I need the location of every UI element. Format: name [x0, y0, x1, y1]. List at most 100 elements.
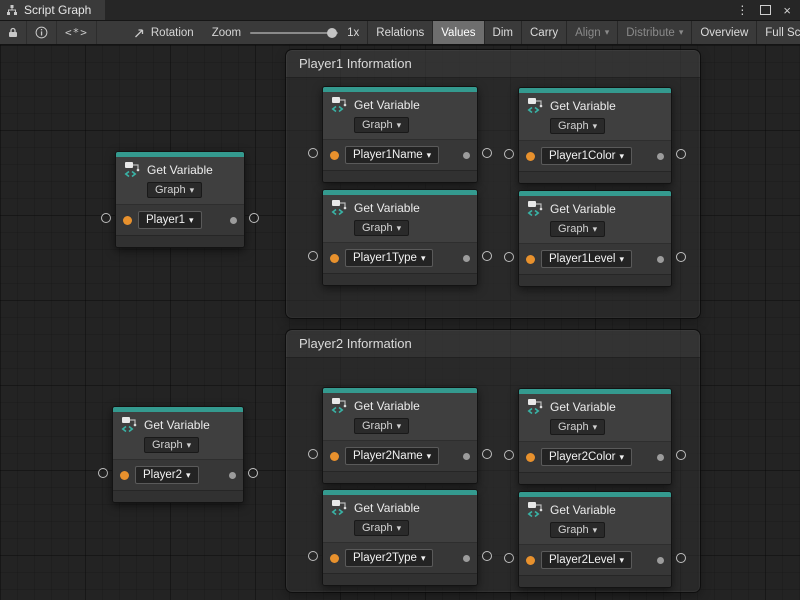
input-port[interactable] [98, 468, 108, 478]
info-button[interactable] [27, 21, 57, 44]
input-port[interactable] [504, 450, 514, 460]
node-get-variable[interactable]: Get Variable Graph Player2Name [322, 387, 478, 484]
input-port[interactable] [308, 551, 318, 561]
value-output-dot[interactable] [463, 555, 470, 562]
node-body[interactable]: Get Variable Graph Player1Level [518, 190, 672, 287]
carry-button[interactable]: Carry [521, 21, 566, 44]
graph-scope-dropdown[interactable]: Graph [550, 118, 605, 134]
input-port[interactable] [308, 148, 318, 158]
graph-scope-dropdown[interactable]: Graph [550, 221, 605, 237]
full-screen-button[interactable]: Full Screen [756, 21, 800, 44]
output-port[interactable] [676, 450, 686, 460]
output-port[interactable] [482, 551, 492, 561]
node-body[interactable]: Get Variable Graph Player1Type [322, 189, 478, 286]
values-button[interactable]: Values [432, 21, 483, 44]
tab-script-graph[interactable]: Script Graph [0, 0, 105, 20]
value-output-dot[interactable] [229, 472, 236, 479]
zoom-slider[interactable] [250, 32, 338, 34]
graph-scope-dropdown[interactable]: Graph [144, 437, 199, 453]
relations-button[interactable]: Relations [367, 21, 432, 44]
node-get-variable[interactable]: Get Variable Graph Player1Level [518, 190, 672, 287]
value-output-dot[interactable] [657, 256, 664, 263]
value-output-dot[interactable] [657, 454, 664, 461]
value-input-port[interactable] [526, 152, 535, 161]
align-dropdown-button[interactable]: Align [566, 21, 617, 44]
graph-scope-dropdown[interactable]: Graph [550, 419, 605, 435]
input-port[interactable] [504, 553, 514, 563]
group-title[interactable]: Player2 Information [286, 330, 700, 358]
output-port[interactable] [676, 149, 686, 159]
node-get-variable[interactable]: Get Variable Graph Player1 [115, 151, 245, 248]
value-input-port[interactable] [123, 216, 132, 225]
rotation-control[interactable]: Rotation [97, 21, 204, 44]
code-view-button[interactable]: <*> [57, 21, 97, 44]
value-output-dot[interactable] [463, 152, 470, 159]
node-body[interactable]: Get Variable Graph Player1Name [322, 86, 478, 183]
node-body[interactable]: Get Variable Graph Player1Color [518, 87, 672, 184]
node-body[interactable]: Get Variable Graph Player2Type [322, 489, 478, 586]
output-port[interactable] [676, 553, 686, 563]
variable-name-dropdown[interactable]: Player1Color [541, 147, 632, 165]
lock-button[interactable] [0, 21, 27, 44]
maximize-icon[interactable] [760, 5, 771, 15]
node-get-variable[interactable]: Get Variable Graph Player2 [112, 406, 244, 503]
menu-kebab-icon[interactable]: ⋮ [736, 4, 748, 16]
value-output-dot[interactable] [230, 217, 237, 224]
variable-name-dropdown[interactable]: Player2Name [345, 447, 439, 465]
variable-name-dropdown[interactable]: Player1Level [541, 250, 632, 268]
value-input-port[interactable] [526, 556, 535, 565]
value-output-dot[interactable] [463, 255, 470, 262]
output-port[interactable] [482, 449, 492, 459]
input-port[interactable] [504, 149, 514, 159]
value-input-port[interactable] [526, 453, 535, 462]
zoom-slider-handle[interactable] [327, 28, 337, 38]
node-get-variable[interactable]: Get Variable Graph Player1Color [518, 87, 672, 184]
value-output-dot[interactable] [657, 557, 664, 564]
node-get-variable[interactable]: Get Variable Graph Player2Level [518, 491, 672, 588]
variable-name-dropdown[interactable]: Player2 [135, 466, 199, 484]
value-output-dot[interactable] [463, 453, 470, 460]
input-port[interactable] [308, 449, 318, 459]
graph-scope-dropdown[interactable]: Graph [147, 182, 202, 198]
graph-scope-dropdown[interactable]: Graph [550, 522, 605, 538]
graph-scope-dropdown[interactable]: Graph [354, 520, 409, 536]
value-input-port[interactable] [330, 554, 339, 563]
output-port[interactable] [248, 468, 258, 478]
variable-name-dropdown[interactable]: Player2Color [541, 448, 632, 466]
graph-scope-dropdown[interactable]: Graph [354, 117, 409, 133]
node-get-variable[interactable]: Get Variable Graph Player1Type [322, 189, 478, 286]
dim-button[interactable]: Dim [484, 21, 521, 44]
value-output-dot[interactable] [657, 153, 664, 160]
distribute-dropdown-button[interactable]: Distribute [617, 21, 691, 44]
output-port[interactable] [249, 213, 259, 223]
node-body[interactable]: Get Variable Graph Player2 [112, 406, 244, 503]
input-port[interactable] [101, 213, 111, 223]
variable-name-dropdown[interactable]: Player1Type [345, 249, 433, 267]
node-get-variable[interactable]: Get Variable Graph Player1Name [322, 86, 478, 183]
group-title[interactable]: Player1 Information [286, 50, 700, 78]
value-input-port[interactable] [526, 255, 535, 264]
variable-name-dropdown[interactable]: Player2Level [541, 551, 632, 569]
variable-name-dropdown[interactable]: Player1 [138, 211, 202, 229]
output-port[interactable] [482, 251, 492, 261]
variable-name-dropdown[interactable]: Player1Name [345, 146, 439, 164]
graph-scope-dropdown[interactable]: Graph [354, 220, 409, 236]
value-input-port[interactable] [330, 452, 339, 461]
node-body[interactable]: Get Variable Graph Player2Name [322, 387, 478, 484]
node-body[interactable]: Get Variable Graph Player1 [115, 151, 245, 248]
input-port[interactable] [308, 251, 318, 261]
node-body[interactable]: Get Variable Graph Player2Color [518, 388, 672, 485]
variable-name-dropdown[interactable]: Player2Type [345, 549, 433, 567]
node-get-variable[interactable]: Get Variable Graph Player2Type [322, 489, 478, 586]
close-icon[interactable]: × [783, 4, 791, 17]
node-get-variable[interactable]: Get Variable Graph Player2Color [518, 388, 672, 485]
value-input-port[interactable] [330, 151, 339, 160]
value-input-port[interactable] [120, 471, 129, 480]
output-port[interactable] [676, 252, 686, 262]
output-port[interactable] [482, 148, 492, 158]
node-body[interactable]: Get Variable Graph Player2Level [518, 491, 672, 588]
graph-canvas[interactable]: Player1 Information Player2 Information [0, 45, 800, 600]
graph-scope-dropdown[interactable]: Graph [354, 418, 409, 434]
input-port[interactable] [504, 252, 514, 262]
value-input-port[interactable] [330, 254, 339, 263]
